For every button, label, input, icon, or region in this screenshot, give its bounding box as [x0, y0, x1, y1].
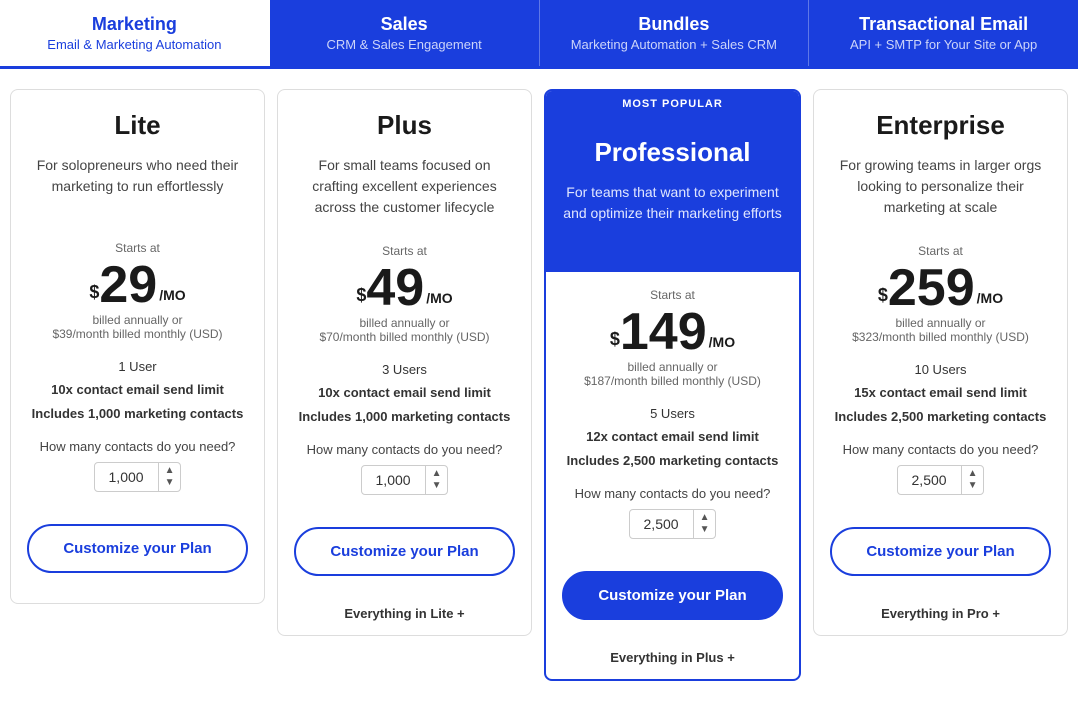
nav-tab-bundles[interactable]: Bundles Marketing Automation + Sales CRM: [540, 0, 810, 66]
price-dollar-plus: $: [356, 285, 366, 306]
tab-title-transactional: Transactional Email: [819, 14, 1068, 35]
plan-features-lite: 1 User 10x contact email send limit Incl…: [27, 355, 248, 425]
nav-tabs: Marketing Email & Marketing Automation S…: [0, 0, 1078, 69]
plan-description-enterprise: For growing teams in larger orgs looking…: [830, 155, 1051, 218]
contacts-label-enterprise: How many contacts do you need?: [830, 442, 1051, 457]
billed-note-professional: billed annually or$187/month billed mont…: [562, 360, 783, 388]
plan-header-lite: Lite For solopreneurs who need their mar…: [11, 90, 264, 215]
tab-subtitle-bundles: Marketing Automation + Sales CRM: [550, 37, 799, 52]
tab-title-sales: Sales: [280, 14, 529, 35]
spinner-arrows-professional[interactable]: ▲ ▼: [694, 512, 716, 536]
everything-in-enterprise: Everything in Pro +: [814, 606, 1067, 635]
plan-body-plus: Starts at $ 49 /MO billed annually or$70…: [278, 228, 531, 606]
price-row-professional: $ 149 /MO: [562, 306, 783, 358]
plan-body-professional: Starts at $ 149 /MO billed annually or$1…: [546, 272, 799, 650]
nav-tab-transactional[interactable]: Transactional Email API + SMTP for Your …: [809, 0, 1078, 66]
contacts-label-professional: How many contacts do you need?: [562, 486, 783, 501]
price-mo-professional: /MO: [709, 334, 735, 350]
plan-name-enterprise: Enterprise: [830, 110, 1051, 141]
spinner-up-plus[interactable]: ▲: [432, 468, 442, 480]
price-dollar-lite: $: [89, 282, 99, 303]
spinner-arrows-enterprise[interactable]: ▲ ▼: [962, 468, 984, 492]
plan-description-professional: For teams that want to experiment and op…: [562, 182, 783, 242]
plans-container: Lite For solopreneurs who need their mar…: [0, 69, 1078, 701]
plan-header-enterprise: Enterprise For growing teams in larger o…: [814, 90, 1067, 218]
starts-at-lite: Starts at: [27, 241, 248, 255]
spinner-arrows-plus[interactable]: ▲ ▼: [426, 468, 448, 492]
contacts-label-plus: How many contacts do you need?: [294, 442, 515, 457]
price-amount-enterprise: 259: [888, 262, 975, 314]
price-row-plus: $ 49 /MO: [294, 262, 515, 314]
tab-subtitle-transactional: API + SMTP for Your Site or App: [819, 37, 1068, 52]
plan-name-professional: Professional: [562, 137, 783, 168]
plan-description-plus: For small teams focused on crafting exce…: [294, 155, 515, 218]
tab-subtitle-sales: CRM & Sales Engagement: [280, 37, 529, 52]
plan-card-professional: MOST POPULAR Professional For teams that…: [544, 89, 801, 681]
spinner-up-professional[interactable]: ▲: [700, 512, 710, 524]
spinner-arrows-lite[interactable]: ▲ ▼: [159, 465, 181, 489]
customize-btn-professional[interactable]: Customize your Plan: [562, 571, 783, 620]
plan-features-plus: 3 Users 10x contact email send limit Inc…: [294, 358, 515, 428]
customize-btn-lite[interactable]: Customize your Plan: [27, 524, 248, 573]
everything-in-professional: Everything in Plus +: [546, 650, 799, 679]
plan-name-lite: Lite: [27, 110, 248, 141]
popular-badge: MOST POPULAR: [546, 91, 799, 117]
price-amount-plus: 49: [366, 262, 424, 314]
starts-at-enterprise: Starts at: [830, 244, 1051, 258]
billed-note-enterprise: billed annually or$323/month billed mont…: [830, 316, 1051, 344]
price-dollar-enterprise: $: [878, 285, 888, 306]
spinner-down-professional[interactable]: ▼: [700, 524, 710, 536]
contacts-value-professional: 2,500: [630, 510, 694, 538]
price-row-enterprise: $ 259 /MO: [830, 262, 1051, 314]
plan-card-plus: Plus For small teams focused on crafting…: [277, 89, 532, 636]
starts-at-plus: Starts at: [294, 244, 515, 258]
spinner-down-enterprise[interactable]: ▼: [968, 480, 978, 492]
spinner-down-lite[interactable]: ▼: [165, 477, 175, 489]
plan-header-professional: Professional For teams that want to expe…: [546, 117, 799, 272]
plan-body-lite: Starts at $ 29 /MO billed annually or$39…: [11, 225, 264, 603]
contacts-spinner-professional[interactable]: 2,500 ▲ ▼: [629, 509, 717, 539]
starts-at-professional: Starts at: [562, 288, 783, 302]
price-amount-professional: 149: [620, 306, 707, 358]
tab-title-bundles: Bundles: [550, 14, 799, 35]
customize-btn-enterprise[interactable]: Customize your Plan: [830, 527, 1051, 576]
plan-name-plus: Plus: [294, 110, 515, 141]
contacts-label-lite: How many contacts do you need?: [27, 439, 248, 454]
price-row-lite: $ 29 /MO: [27, 259, 248, 311]
contacts-value-lite: 1,000: [95, 463, 159, 491]
price-mo-enterprise: /MO: [977, 290, 1003, 306]
contacts-spinner-lite[interactable]: 1,000 ▲ ▼: [94, 462, 182, 492]
contacts-spinner-plus[interactable]: 1,000 ▲ ▼: [361, 465, 449, 495]
contacts-value-enterprise: 2,500: [898, 466, 962, 494]
price-mo-plus: /MO: [426, 290, 452, 306]
contacts-value-plus: 1,000: [362, 466, 426, 494]
plan-card-enterprise: Enterprise For growing teams in larger o…: [813, 89, 1068, 636]
plan-features-enterprise: 10 Users 15x contact email send limit In…: [830, 358, 1051, 428]
billed-note-plus: billed annually or$70/month billed month…: [294, 316, 515, 344]
spinner-down-plus[interactable]: ▼: [432, 480, 442, 492]
price-amount-lite: 29: [99, 259, 157, 311]
plan-header-plus: Plus For small teams focused on crafting…: [278, 90, 531, 218]
nav-tab-marketing[interactable]: Marketing Email & Marketing Automation: [0, 0, 270, 66]
plan-body-enterprise: Starts at $ 259 /MO billed annually or$3…: [814, 228, 1067, 606]
tab-title-marketing: Marketing: [10, 14, 259, 35]
spinner-up-lite[interactable]: ▲: [165, 465, 175, 477]
plan-features-professional: 5 Users 12x contact email send limit Inc…: [562, 402, 783, 472]
plan-description-lite: For solopreneurs who need their marketin…: [27, 155, 248, 215]
price-dollar-professional: $: [610, 329, 620, 350]
everything-in-plus: Everything in Lite +: [278, 606, 531, 635]
nav-tab-sales[interactable]: Sales CRM & Sales Engagement: [270, 0, 540, 66]
customize-btn-plus[interactable]: Customize your Plan: [294, 527, 515, 576]
billed-note-lite: billed annually or$39/month billed month…: [27, 313, 248, 341]
contacts-spinner-enterprise[interactable]: 2,500 ▲ ▼: [897, 465, 985, 495]
spinner-up-enterprise[interactable]: ▲: [968, 468, 978, 480]
price-mo-lite: /MO: [159, 287, 185, 303]
tab-subtitle-marketing: Email & Marketing Automation: [10, 37, 259, 52]
plan-card-lite: Lite For solopreneurs who need their mar…: [10, 89, 265, 604]
